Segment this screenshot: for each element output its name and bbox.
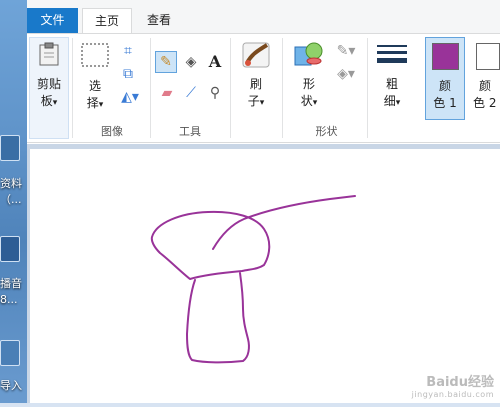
clipboard-icon bbox=[39, 42, 59, 66]
size-label-1: 粗 bbox=[385, 77, 398, 91]
group-separator bbox=[150, 38, 151, 138]
color2-swatch[interactable] bbox=[476, 43, 500, 70]
shapes-button[interactable]: 形 状▾ bbox=[289, 39, 329, 112]
color1-label: 颜 色 1 bbox=[433, 79, 457, 110]
group-label-shapes: 形状 bbox=[315, 125, 338, 138]
canvas-workspace: Baidu经验 jingyan.baidu.com bbox=[27, 144, 500, 403]
resize-icon[interactable]: ⧉ bbox=[118, 64, 138, 84]
drawing-canvas[interactable]: Baidu经验 jingyan.baidu.com bbox=[30, 149, 500, 403]
text-tool-icon[interactable]: A bbox=[205, 52, 225, 72]
desktop-label-1[interactable]: 资料 bbox=[0, 176, 27, 191]
shapes-label-1: 形 bbox=[302, 77, 315, 91]
brushes-label-2: 子▾ bbox=[247, 94, 265, 108]
outline-icon[interactable]: ✎▾ bbox=[332, 41, 360, 61]
select-label-2: 择▾ bbox=[86, 96, 104, 110]
desktop-label-5[interactable]: 导入 bbox=[0, 378, 27, 393]
group-separator bbox=[367, 38, 368, 138]
clipboard-label-2: 板▾ bbox=[40, 94, 58, 108]
chevron-down-icon: ▾ bbox=[312, 98, 318, 108]
line-size-icon bbox=[377, 45, 407, 63]
brushes-label-1: 刷 bbox=[249, 77, 262, 91]
color-picker-icon[interactable]: ⟋ bbox=[181, 83, 201, 103]
desktop-file-icon[interactable] bbox=[0, 135, 20, 161]
fill-icon[interactable]: ◈▾ bbox=[332, 64, 360, 84]
chevron-down-icon: ▾ bbox=[395, 98, 401, 108]
desktop-label-3[interactable]: 播音 bbox=[0, 276, 27, 291]
desktop-background: 资料 （... 播音 8... 导入 bbox=[0, 0, 27, 403]
select-button[interactable]: 选 择▾ bbox=[77, 39, 113, 114]
pencil-icon: ✎ bbox=[160, 54, 172, 70]
rotate-icon[interactable]: ◭▾ bbox=[116, 87, 144, 107]
brushes-button[interactable]: 刷 子▾ bbox=[235, 39, 277, 112]
ribbon-home: 剪贴 板▾ 选 择▾ ⌗ ⧉ ◭▾ 图像 ✎ ◈ A ▰ ⟋ ⚲ 工具 刷 子▾… bbox=[27, 33, 500, 143]
group-label-image: 图像 bbox=[101, 125, 123, 138]
desktop-file-icon[interactable] bbox=[0, 340, 20, 366]
clipboard-label-1: 剪贴 bbox=[36, 77, 61, 91]
color2-label[interactable]: 颜 色 2 bbox=[473, 78, 500, 112]
group-label-tools: 工具 bbox=[179, 125, 201, 138]
group-separator bbox=[72, 38, 73, 138]
select-rectangle-icon bbox=[81, 43, 109, 67]
desktop-label-4[interactable]: 8... bbox=[0, 292, 27, 307]
paint-window: 文件 主页 查看 剪贴 板▾ 选 择▾ ⌗ ⧉ ◭▾ 图像 ✎ ◈ A ▰ ⟋ … bbox=[27, 0, 500, 403]
watermark: Baidu经验 jingyan.baidu.com bbox=[411, 375, 494, 399]
shapes-icon bbox=[294, 42, 323, 66]
crop-icon[interactable]: ⌗ bbox=[118, 41, 138, 61]
desktop-label-2[interactable]: （... bbox=[0, 192, 27, 207]
brush-icon bbox=[242, 42, 270, 68]
group-separator bbox=[230, 38, 231, 138]
fill-bucket-icon[interactable]: ◈ bbox=[181, 52, 201, 72]
size-button[interactable]: 粗 细▾ bbox=[373, 39, 411, 112]
tab-home[interactable]: 主页 bbox=[82, 8, 132, 34]
eraser-icon[interactable]: ▰ bbox=[157, 83, 177, 103]
clipboard-button-content[interactable]: 剪贴 板▾ bbox=[31, 39, 67, 112]
color1-swatch bbox=[432, 43, 459, 70]
tab-view[interactable]: 查看 bbox=[137, 8, 181, 33]
size-label-2: 细▾ bbox=[383, 94, 401, 108]
chevron-down-icon: ▾ bbox=[52, 98, 58, 108]
desktop-file-icon[interactable] bbox=[0, 236, 20, 262]
chevron-down-icon: ▾ bbox=[259, 98, 265, 108]
shapes-label-2: 状▾ bbox=[300, 94, 318, 108]
chevron-down-icon: ▾ bbox=[98, 100, 104, 110]
mushroom-drawing bbox=[150, 195, 356, 364]
group-separator bbox=[282, 38, 283, 138]
tab-file[interactable]: 文件 bbox=[27, 8, 78, 33]
ribbon-tabbar: 文件 主页 查看 bbox=[27, 0, 500, 34]
magnifier-icon[interactable]: ⚲ bbox=[205, 83, 225, 103]
select-label-1: 选 bbox=[88, 79, 101, 93]
